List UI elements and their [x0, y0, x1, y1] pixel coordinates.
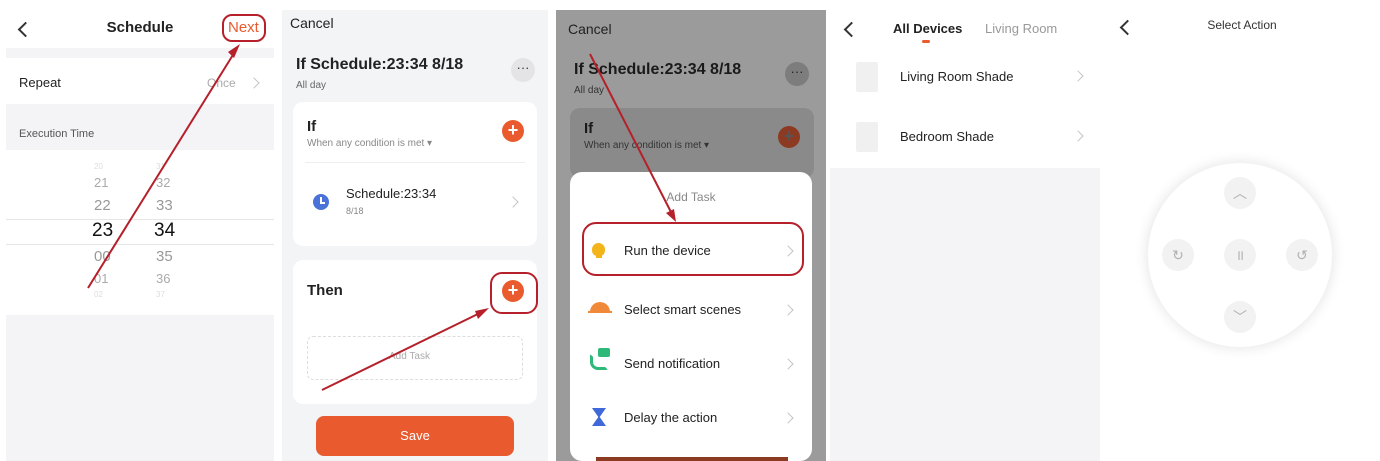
chevron-down-icon: ﹀ — [1233, 309, 1247, 325]
shade-icon — [856, 122, 878, 152]
device-list-panel: All Devices Living Room Living Room Shad… — [830, 10, 1100, 461]
rotate-right-button[interactable]: ↺ — [1286, 239, 1318, 271]
tab-all-devices[interactable]: All Devices — [893, 21, 962, 36]
chevron-right-icon — [1072, 70, 1084, 82]
pause-button[interactable]: ॥ — [1224, 239, 1256, 271]
shade-icon — [856, 62, 878, 92]
schedule-panel: Schedule Next Repeat Once Execution Time… — [6, 10, 274, 461]
tab-living-room[interactable]: Living Room — [985, 21, 1057, 36]
page-title: Select Action — [1207, 18, 1277, 32]
rotate-left-icon: ↻ — [1172, 247, 1184, 263]
add-task-panel: Cancel If Schedule:23:34 8/18 All day ··… — [556, 10, 826, 461]
annotation-arrow — [589, 53, 676, 222]
close-button[interactable]: ﹀ — [1224, 301, 1256, 333]
shade-control-dial: ︿ ↻ ॥ ↺ ﹀ — [1148, 163, 1332, 347]
chevron-up-icon: ︿ — [1233, 185, 1247, 201]
pause-icon: ॥ — [1235, 247, 1245, 263]
device-row[interactable]: Bedroom Shade — [830, 114, 1100, 164]
annotation-arrow — [87, 44, 240, 289]
rotate-right-icon: ↺ — [1296, 247, 1308, 263]
device-name: Living Room Shade — [900, 69, 1014, 84]
scene-editor-panel: Cancel If Schedule:23:34 8/18 All day ··… — [282, 10, 548, 461]
select-action-panel: Select Action ︿ ↻ ॥ ↺ ﹀ — [1104, 10, 1380, 461]
device-name: Bedroom Shade — [900, 129, 994, 144]
tab-indicator — [922, 40, 930, 43]
chevron-right-icon — [1072, 130, 1084, 142]
open-button[interactable]: ︿ — [1224, 177, 1256, 209]
rotate-left-button[interactable]: ↻ — [1162, 239, 1194, 271]
device-row[interactable]: Living Room Shade — [830, 54, 1100, 104]
annotation-arrow — [321, 308, 489, 391]
